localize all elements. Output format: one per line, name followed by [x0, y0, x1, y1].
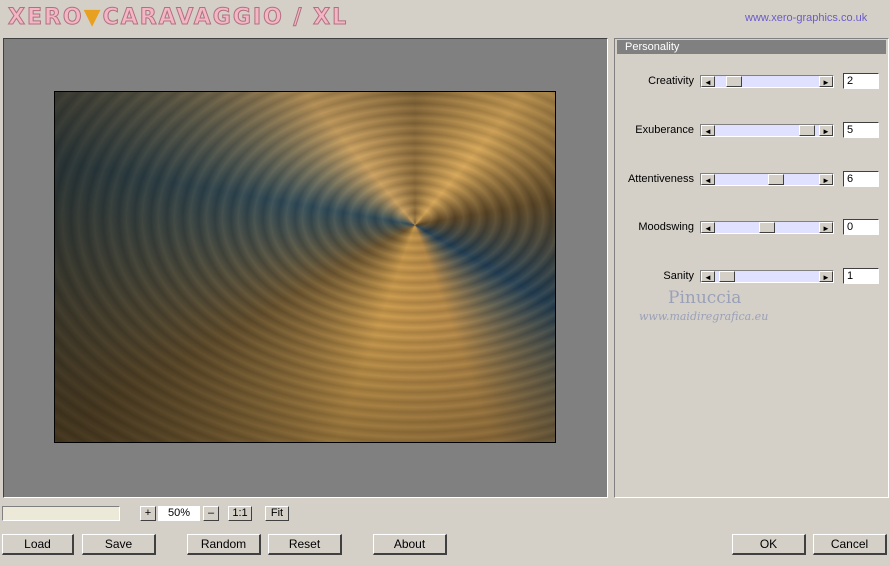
panel-title: Personality	[617, 40, 886, 54]
slider-row-attentiveness: Attentiveness ◄ ► 6	[614, 170, 887, 190]
title-bar: XERO▼CARAVAGGIO / XL www.xero-graphics.c…	[0, 0, 890, 36]
about-button[interactable]: About	[373, 534, 447, 555]
right-arrow-icon[interactable]: ►	[819, 174, 833, 185]
status-field	[2, 506, 120, 521]
slider-row-sanity: Sanity ◄ ► 1	[614, 267, 887, 287]
fit-button[interactable]: Fit	[265, 506, 289, 521]
right-arrow-icon[interactable]: ►	[819, 271, 833, 282]
slider-thumb[interactable]	[726, 76, 742, 87]
zoom-value: 50%	[158, 506, 200, 521]
exuberance-value-input[interactable]: 5	[843, 122, 879, 138]
right-arrow-icon[interactable]: ►	[819, 222, 833, 233]
reset-button[interactable]: Reset	[268, 534, 342, 555]
slider-label: Moodswing	[638, 221, 694, 233]
slider-row-exuberance: Exuberance ◄ ► 5	[614, 121, 887, 141]
right-arrow-icon[interactable]: ►	[819, 125, 833, 136]
slider-row-creativity: Creativity ◄ ► 2	[614, 72, 887, 92]
slider-row-moodswing: Moodswing ◄ ► 0	[614, 218, 887, 238]
attentiveness-value-input[interactable]: 6	[843, 171, 879, 187]
slider-thumb[interactable]	[799, 125, 815, 136]
logo-separator: ▼	[83, 5, 103, 30]
logo-part2: CARAVAGGIO / XL	[102, 5, 349, 31]
slider-label: Attentiveness	[627, 173, 694, 185]
moodswing-value-input[interactable]: 0	[843, 219, 879, 235]
actual-size-button[interactable]: 1:1	[228, 506, 252, 521]
left-arrow-icon[interactable]: ◄	[701, 76, 715, 87]
right-arrow-icon[interactable]: ►	[819, 76, 833, 87]
watermark-url: www.maidiregrafica.eu	[639, 310, 769, 323]
slider-thumb[interactable]	[719, 271, 735, 282]
cancel-button[interactable]: Cancel	[813, 534, 887, 555]
sanity-value-input[interactable]: 1	[843, 268, 879, 284]
slider-label: Exuberance	[635, 124, 694, 136]
attentiveness-slider[interactable]: ◄ ►	[700, 173, 834, 186]
slider-label: Creativity	[648, 75, 694, 87]
load-button[interactable]: Load	[2, 534, 74, 555]
moodswing-slider[interactable]: ◄ ►	[700, 221, 834, 234]
slider-label: Sanity	[663, 270, 694, 282]
sanity-slider[interactable]: ◄ ►	[700, 270, 834, 283]
preview-panel[interactable]	[3, 38, 608, 498]
creativity-slider[interactable]: ◄ ►	[700, 75, 834, 88]
preview-shade	[55, 92, 555, 442]
zoom-in-button[interactable]: +	[140, 506, 156, 521]
website-link[interactable]: www.xero-graphics.co.uk	[745, 12, 867, 24]
left-arrow-icon[interactable]: ◄	[701, 222, 715, 233]
left-arrow-icon[interactable]: ◄	[701, 174, 715, 185]
zoom-out-button[interactable]: –	[203, 506, 219, 521]
preview-image[interactable]	[54, 91, 556, 443]
watermark-name: Pinuccia	[668, 288, 742, 308]
logo-part1: XERO	[8, 5, 84, 31]
creativity-value-input[interactable]: 2	[843, 73, 879, 89]
left-arrow-icon[interactable]: ◄	[701, 125, 715, 136]
random-button[interactable]: Random	[187, 534, 261, 555]
slider-thumb[interactable]	[768, 174, 784, 185]
slider-thumb[interactable]	[759, 222, 775, 233]
app-logo: XERO▼CARAVAGGIO / XL	[8, 5, 349, 31]
left-arrow-icon[interactable]: ◄	[701, 271, 715, 282]
save-button[interactable]: Save	[82, 534, 156, 555]
ok-button[interactable]: OK	[732, 534, 806, 555]
exuberance-slider[interactable]: ◄ ►	[700, 124, 834, 137]
